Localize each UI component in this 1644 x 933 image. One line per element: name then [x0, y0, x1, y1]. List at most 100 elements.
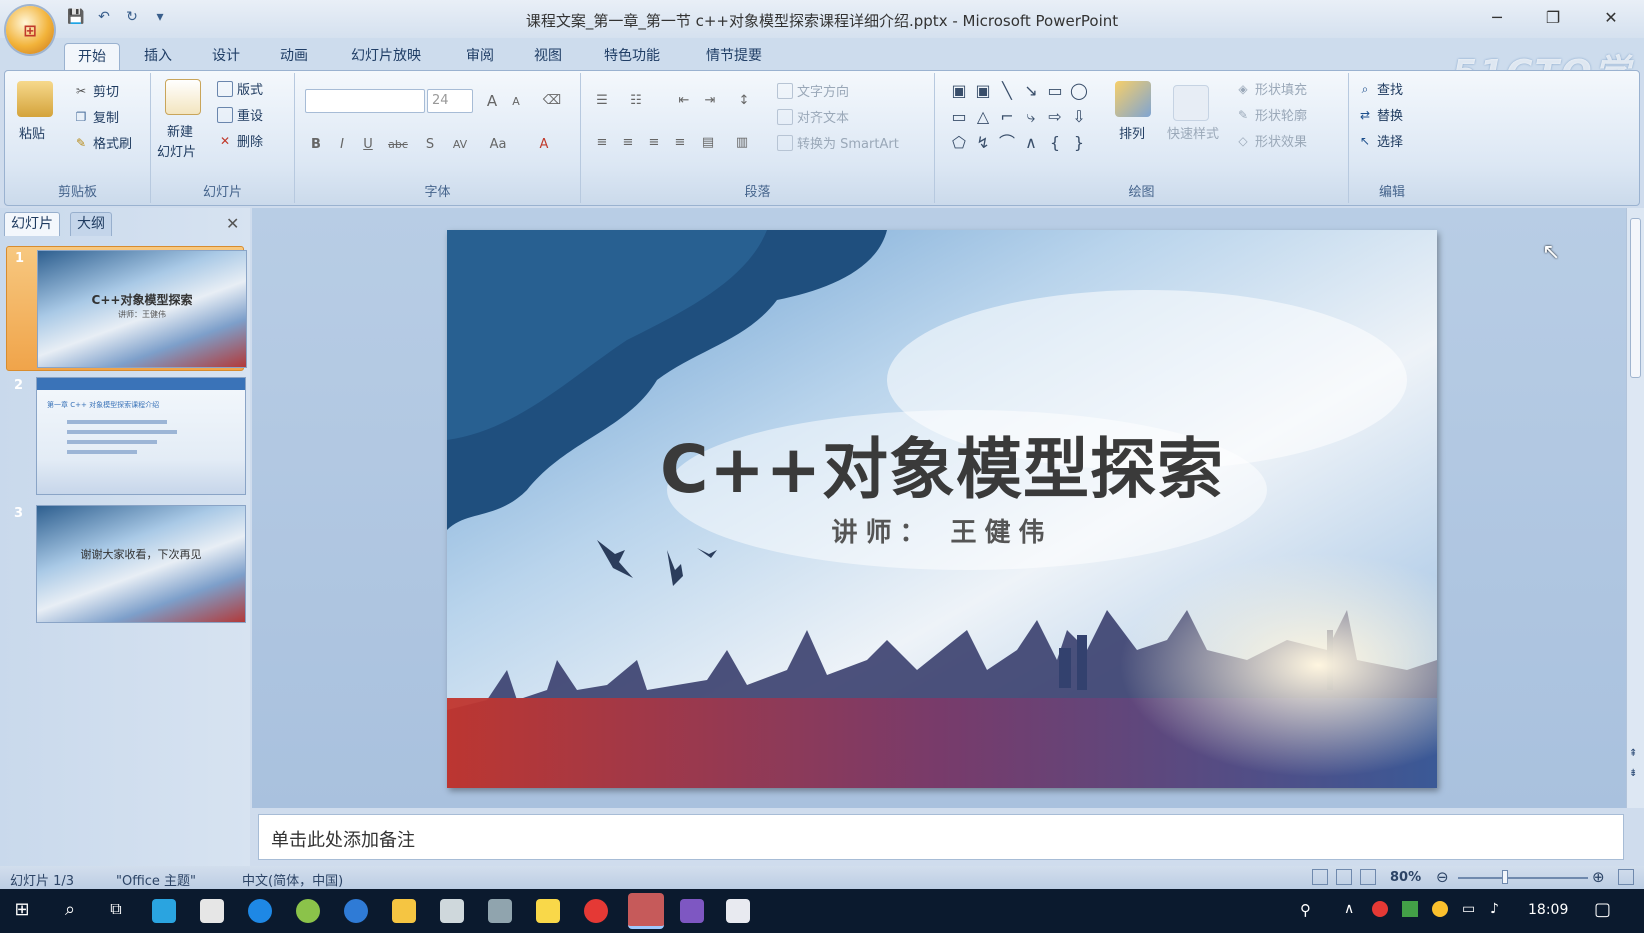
layout-button[interactable]: 版式: [217, 79, 263, 98]
text-shadow-button[interactable]: S: [419, 133, 441, 155]
justify-icon[interactable]: ≡: [669, 131, 691, 153]
zoom-in-icon[interactable]: ⊕: [1592, 868, 1605, 886]
slide-canvas[interactable]: C++对象模型探索 讲师： 王健伟: [447, 230, 1437, 788]
visual-studio-icon[interactable]: [680, 899, 704, 923]
align-left-icon[interactable]: ≡: [591, 131, 613, 153]
tab-special-features[interactable]: 特色功能: [594, 43, 670, 70]
scroll-thumb[interactable]: [1630, 218, 1641, 378]
app-icon-3[interactable]: [440, 899, 464, 923]
office-button[interactable]: ⊞: [6, 6, 54, 54]
underline-button[interactable]: U: [357, 133, 379, 155]
tray-app-icon-2[interactable]: [1432, 901, 1448, 917]
arrange-button[interactable]: 排列: [1119, 123, 1145, 142]
app-icon-5[interactable]: [536, 899, 560, 923]
restore-button[interactable]: ❐: [1536, 6, 1570, 30]
slide-thumbnail-1[interactable]: 1 C++对象模型探索 讲师：王健伟: [6, 246, 247, 371]
text-direction-button[interactable]: 文字方向: [777, 81, 849, 100]
triangle-shape-icon[interactable]: △: [973, 107, 993, 127]
shape-outline-button[interactable]: ✎ 形状轮廓: [1235, 105, 1307, 125]
align-text-button[interactable]: 对齐文本: [777, 107, 849, 126]
slide-thumbnail-2[interactable]: 2 第一章 C++ 对象模型探索课程介绍: [6, 374, 246, 499]
prev-slide-icon[interactable]: ⇞: [1629, 748, 1637, 759]
grow-font-button[interactable]: A: [481, 89, 503, 111]
line-shape-icon[interactable]: ╲: [997, 81, 1017, 101]
rect2-shape-icon[interactable]: ▭: [949, 107, 969, 127]
tab-design[interactable]: 设计: [198, 43, 254, 70]
notes-field[interactable]: 单击此处添加备注: [258, 814, 1624, 860]
bold-button[interactable]: B: [305, 133, 327, 155]
volume-icon[interactable]: ♪: [1490, 901, 1499, 917]
pentagon-shape-icon[interactable]: ⬠: [949, 133, 969, 153]
close-pane-icon[interactable]: ✕: [226, 214, 239, 233]
copy-button[interactable]: ❐ 复制: [73, 107, 119, 127]
paste-icon[interactable]: [17, 81, 53, 117]
align-right-icon[interactable]: ≡: [643, 131, 665, 153]
app-icon-7[interactable]: [726, 899, 750, 923]
right-arrow-shape-icon[interactable]: ⇨: [1045, 107, 1065, 127]
tab-view[interactable]: 视图: [520, 43, 576, 70]
tray-shield-icon[interactable]: [1402, 901, 1418, 917]
strikethrough-button[interactable]: abc: [387, 133, 409, 155]
font-color-icon[interactable]: A: [533, 133, 555, 155]
distribute-icon[interactable]: ▤: [697, 131, 719, 153]
tab-storyboard[interactable]: 情节提要: [696, 43, 772, 70]
numbering-icon[interactable]: ☷: [625, 89, 647, 111]
columns-icon[interactable]: ▥: [731, 131, 753, 153]
ie-icon[interactable]: [344, 899, 368, 923]
sorter-view-icon[interactable]: [1336, 869, 1352, 885]
slide-title[interactable]: C++对象模型探索: [447, 416, 1437, 512]
slide-thumbnail-3[interactable]: 3 谢谢大家收看，下次再见: [6, 502, 246, 627]
file-explorer-icon[interactable]: [392, 899, 416, 923]
app-icon-2[interactable]: [296, 899, 320, 923]
zoom-out-icon[interactable]: ⊖: [1436, 868, 1449, 886]
oval-shape-icon[interactable]: ◯: [1069, 81, 1089, 101]
vertical-textbox-shape-icon[interactable]: ▣: [973, 81, 993, 101]
left-brace-icon[interactable]: {: [1045, 133, 1065, 153]
app-icon-6[interactable]: [584, 899, 608, 923]
slideshow-view-icon[interactable]: [1360, 869, 1376, 885]
font-size-combo[interactable]: 24: [427, 89, 473, 113]
line-spacing-icon[interactable]: ↕: [733, 89, 755, 111]
task-view-icon[interactable]: ⧉: [104, 899, 128, 923]
increase-indent-icon[interactable]: ⇥: [699, 89, 721, 111]
network-icon[interactable]: ▭: [1462, 901, 1475, 917]
textbox-shape-icon[interactable]: ▣: [949, 81, 969, 101]
right-brace-icon[interactable]: }: [1069, 133, 1089, 153]
minimize-button[interactable]: ─: [1480, 6, 1514, 30]
calculator-icon[interactable]: [200, 899, 224, 923]
paste-button[interactable]: 粘贴: [19, 123, 45, 142]
people-icon[interactable]: ⚲: [1300, 901, 1311, 919]
bullets-icon[interactable]: ☰: [591, 89, 613, 111]
select-button[interactable]: ↖ 选择: [1357, 131, 1403, 151]
font-name-combo[interactable]: [305, 89, 425, 113]
cut-button[interactable]: ✂ 剪切: [73, 81, 119, 101]
normal-view-icon[interactable]: [1312, 869, 1328, 885]
app-icon-4[interactable]: [488, 899, 512, 923]
tab-outline-pane[interactable]: 大纲: [70, 212, 112, 236]
decrease-indent-icon[interactable]: ⇤: [673, 89, 695, 111]
elbow-connector-icon[interactable]: ⌐: [997, 107, 1017, 127]
reset-button[interactable]: 重设: [217, 105, 263, 124]
change-case-button[interactable]: Aa: [487, 133, 509, 155]
notification-center-icon[interactable]: ▢: [1594, 899, 1611, 920]
tab-insert[interactable]: 插入: [130, 43, 186, 70]
clear-format-icon[interactable]: ⌫: [541, 89, 563, 111]
tray-expand-icon[interactable]: ∧: [1344, 901, 1354, 917]
new-slide-label-2[interactable]: 幻灯片: [157, 141, 196, 160]
zoom-level[interactable]: 80%: [1390, 870, 1421, 885]
close-button[interactable]: ✕: [1594, 6, 1628, 30]
delete-slide-button[interactable]: ✕ 删除: [217, 131, 263, 151]
lightning-shape-icon[interactable]: ↯: [973, 133, 993, 153]
zoom-slider[interactable]: [1458, 877, 1588, 879]
tray-app-icon-1[interactable]: [1372, 901, 1388, 917]
italic-button[interactable]: I: [331, 133, 353, 155]
powerpoint-taskbar-icon[interactable]: [628, 893, 664, 929]
vertical-scrollbar[interactable]: ⇞ ⇟: [1626, 208, 1644, 808]
arrange-icon[interactable]: [1115, 81, 1151, 117]
tab-slides-pane[interactable]: 幻灯片: [4, 212, 60, 236]
find-button[interactable]: ⌕ 查找: [1357, 79, 1403, 99]
tab-slideshow[interactable]: 幻灯片放映: [338, 43, 434, 70]
new-slide-icon[interactable]: [165, 79, 201, 115]
down-arrow-shape-icon[interactable]: ⇩: [1069, 107, 1089, 127]
tab-review[interactable]: 审阅: [452, 43, 508, 70]
